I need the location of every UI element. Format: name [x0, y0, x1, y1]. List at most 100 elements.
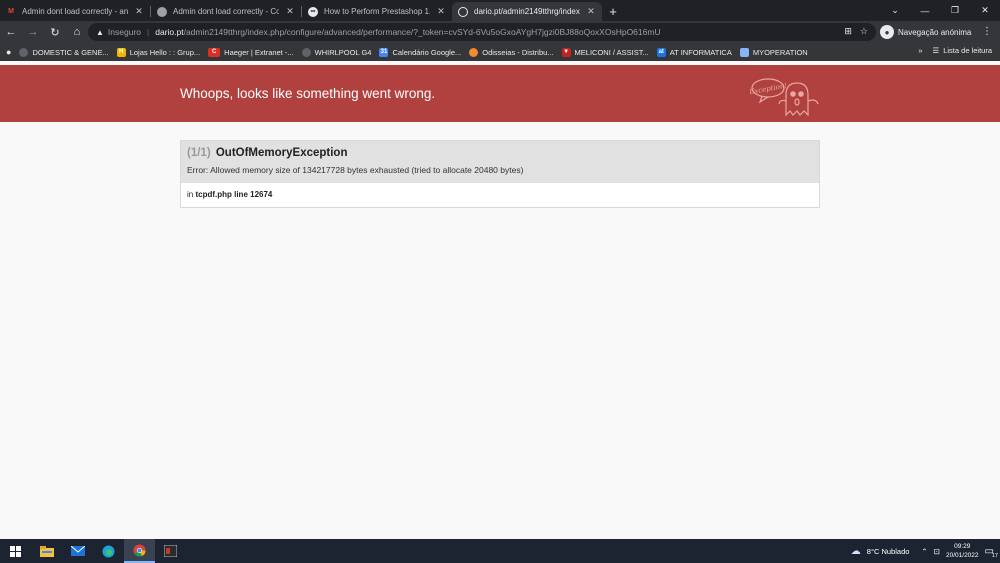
bookmark-label: Haeger | Extranet -... — [224, 47, 294, 57]
error-header: Whoops, looks like something went wrong.… — [0, 65, 1000, 122]
tab-title: How to Perform Prestashop 1.7 C — [324, 7, 430, 16]
bookmark-label: DOMESTIC & GENE... — [32, 47, 109, 57]
browser-toolbar: ← → ↻ ⌂ ▲ Inseguro | dario.pt/admin2149t… — [0, 21, 1000, 43]
close-tab-icon[interactable]: ✕ — [436, 6, 446, 17]
weather-label[interactable]: 8°C Nublado — [867, 547, 910, 556]
reading-list-label: Lista de leitura — [943, 46, 992, 55]
bookmark-item[interactable]: at AT INFORMATICA — [656, 47, 732, 57]
exception-name: OutOfMemoryException — [215, 147, 348, 159]
home-icon[interactable]: ⌂ — [66, 21, 88, 43]
bookmark-item[interactable]: WHIRLPOOL G4 — [301, 47, 372, 57]
url-host: dario.pt — [155, 27, 184, 37]
bookmark-item[interactable]: 31 Calendário Google... — [379, 47, 462, 57]
tab-2[interactable]: ∞ How to Perform Prestashop 1.7 C ✕ — [302, 2, 452, 21]
exception-box: (1/1) OutOfMemoryException Error: Allowe… — [180, 140, 820, 208]
tab-search-icon[interactable]: ⌄ — [880, 0, 910, 21]
app-window-icon[interactable] — [155, 539, 186, 563]
network-icon[interactable]: ⊡ — [934, 547, 940, 556]
browser-tab-strip: M Admin dont load correctly - andr ✕ Adm… — [0, 0, 1000, 21]
clock-date: 20/01/2022 — [946, 552, 979, 559]
forward-icon[interactable]: → — [22, 21, 44, 43]
document-icon — [739, 47, 749, 57]
bookmark-item[interactable]: Odisseias - Distribu... — [469, 47, 554, 57]
windows-start-icon[interactable] — [0, 539, 31, 563]
clock[interactable]: 09:29 20/01/2022 — [946, 542, 979, 560]
bookmark-label: Lojas Hello : : Grup... — [129, 47, 201, 57]
reload-icon[interactable]: ↻ — [44, 21, 66, 43]
chrome-icon[interactable] — [124, 539, 155, 563]
windows-taskbar: ☁ 8°C Nublado ⌃ ⊡ 09:29 20/01/2022 ▭ 17 — [0, 539, 1000, 563]
bookmark-item[interactable]: ▼ MELICONI / ASSIST... — [561, 47, 649, 57]
bookmarks-bar: ● DOMESTIC & GENE... H Lojas Hello : : Gr… — [0, 43, 1000, 61]
window-controls: ⌄ — ❐ ✕ — [880, 0, 1000, 21]
edge-icon[interactable] — [93, 539, 124, 563]
weather-icon: ☁ — [850, 545, 861, 557]
more-bookmarks-icon[interactable]: » — [918, 46, 922, 55]
page-content: Whoops, looks like something went wrong.… — [0, 61, 1000, 539]
close-tab-icon[interactable]: ✕ — [134, 6, 144, 17]
chevron-up-icon[interactable]: ⌃ — [921, 547, 927, 556]
ghost-exception-icon: Exception! — [750, 78, 819, 117]
omnibox-actions: ⊞ ☆ — [844, 26, 868, 37]
bookmark-label: WHIRLPOOL G4 — [314, 47, 372, 57]
more-menu-icon[interactable]: ⋮ — [982, 26, 992, 37]
minimize-icon[interactable]: — — [910, 0, 940, 21]
reading-list-button[interactable]: ☰ Lista de leitura — [932, 46, 992, 55]
tab-1[interactable]: Admin dont load correctly - Com ✕ — [151, 2, 301, 21]
globe-icon — [19, 47, 29, 57]
file-explorer-icon[interactable] — [31, 539, 62, 563]
system-tray: ☁ 8°C Nublado ⌃ ⊡ 09:29 20/01/2022 ▭ 17 — [851, 539, 1000, 563]
incognito-label: Navegação anónima — [898, 27, 972, 37]
link-icon: ∞ — [308, 6, 318, 17]
header-message: Whoops, looks like something went wrong. — [180, 86, 436, 101]
gmail-icon: M — [8, 8, 14, 15]
haeger-icon: C — [208, 47, 221, 57]
globe-icon — [301, 47, 311, 57]
bookmark-label: Odisseias - Distribu... — [482, 47, 554, 57]
address-bar[interactable]: ▲ Inseguro | dario.pt/admin2149tthrg/ind… — [88, 23, 876, 41]
incognito-indicator[interactable]: ● Navegação anónima — [880, 24, 971, 40]
close-tab-icon[interactable]: ✕ — [586, 6, 596, 17]
bookmark-item[interactable]: MYOPERATION — [739, 47, 808, 57]
hello-icon: H — [116, 47, 126, 57]
close-window-icon[interactable]: ✕ — [970, 0, 1000, 21]
exception-title: (1/1) OutOfMemoryException — [187, 147, 813, 159]
bookmark-item[interactable]: DOMESTIC & GENE... — [19, 47, 109, 57]
exception-message: Error: Allowed memory size of 134217728 … — [187, 165, 524, 175]
exception-header: (1/1) OutOfMemoryException Error: Allowe… — [181, 141, 819, 183]
warning-icon: ▲ — [96, 27, 104, 37]
exception-count: (1/1) — [187, 147, 211, 159]
bookmark-label: MELICONI / ASSIST... — [574, 47, 649, 57]
notifications-icon[interactable]: ▭ 17 — [985, 546, 998, 559]
bookmark-item[interactable]: H Lojas Hello : : Grup... — [116, 47, 201, 57]
bookmark-label: Calendário Google... — [392, 47, 462, 57]
meliconi-icon: ▼ — [561, 47, 571, 57]
close-tab-icon[interactable]: ✕ — [285, 6, 295, 17]
tab-title: Admin dont load correctly - Com — [173, 7, 279, 16]
mail-icon[interactable] — [62, 539, 93, 563]
at-icon: at — [656, 47, 666, 57]
bookmark-item[interactable]: C Haeger | Extranet -... — [208, 47, 294, 57]
divider: | — [147, 27, 150, 37]
translate-icon[interactable]: ⊞ — [844, 26, 852, 37]
tab-0[interactable]: M Admin dont load correctly - andr ✕ — [0, 2, 150, 21]
bookmark-label: AT INFORMATICA — [669, 47, 732, 57]
apps-icon[interactable]: ● — [6, 47, 11, 57]
incognito-icon: ● — [880, 25, 894, 39]
globe-icon — [458, 6, 468, 17]
clock-time: 09:29 — [954, 543, 971, 550]
tab-title: Admin dont load correctly - andr — [22, 7, 128, 16]
restore-icon[interactable]: ❐ — [940, 0, 970, 21]
tab-title: dario.pt/admin2149tthrg/index.p — [474, 7, 580, 16]
bookmark-star-icon[interactable]: ☆ — [860, 26, 868, 37]
new-tab-button[interactable]: + — [602, 4, 624, 19]
bookmarks-right: » ☰ Lista de leitura — [918, 46, 992, 55]
reading-list-icon: ☰ — [932, 46, 940, 55]
security-label: Inseguro — [107, 27, 142, 37]
trace-file: tcpdf.php line 12674 — [195, 190, 273, 199]
bookmark-label: MYOPERATION — [752, 47, 808, 57]
stack-trace-line: in tcpdf.php line 12674 — [181, 183, 819, 207]
tab-3-active[interactable]: dario.pt/admin2149tthrg/index.p ✕ — [452, 2, 602, 21]
back-icon[interactable]: ← — [0, 21, 22, 43]
heart-icon — [469, 47, 479, 57]
